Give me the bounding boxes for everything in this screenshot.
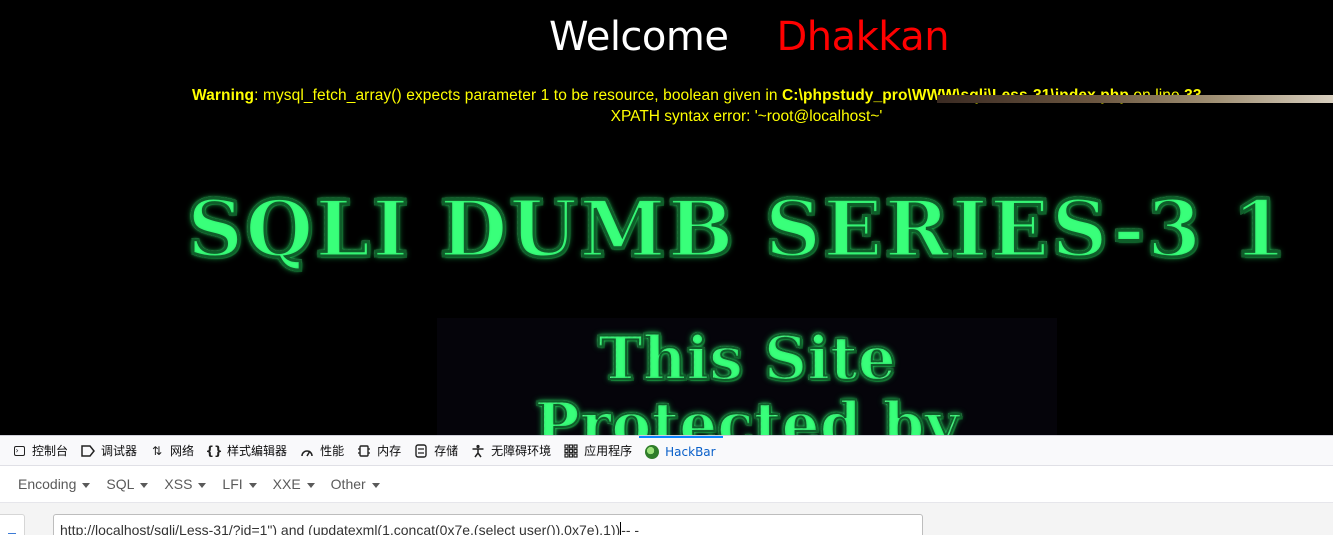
warning-label: Warning bbox=[192, 87, 255, 104]
lfi-menu[interactable]: LFI bbox=[222, 476, 257, 492]
tab-performance[interactable]: 性能 bbox=[294, 436, 351, 465]
encoding-menu[interactable]: Encoding bbox=[18, 476, 91, 492]
tab-label: 存储 bbox=[434, 444, 459, 458]
menu-label: SQL bbox=[106, 476, 135, 492]
caret-down-icon bbox=[198, 482, 207, 488]
browser-viewport: Welcome Dhakkan Warning: mysql_fetch_arra… bbox=[0, 0, 1333, 535]
tab-style-editor[interactable]: {} 样式编辑器 bbox=[201, 436, 294, 465]
menu-label: XSS bbox=[164, 476, 193, 492]
other-menu[interactable]: Other bbox=[331, 476, 380, 492]
url-input[interactable]: http://localhost/sqli/Less-31/?id=1") an… bbox=[53, 514, 923, 535]
tab-label: 无障碍环境 bbox=[491, 444, 552, 458]
url-suffix: -- - bbox=[621, 522, 640, 535]
tab-label: 样式编辑器 bbox=[227, 444, 288, 458]
tab-label: 网络 bbox=[170, 444, 195, 458]
xxe-menu[interactable]: XXE bbox=[273, 476, 315, 492]
devtools-tab-bar: › 控制台 调试器 ⇅ 网络 {} 样式编辑器 性能 内存 存储 无障碍环境 应… bbox=[0, 436, 1333, 466]
series-banner: SQLI DUMB SERIES-3 1 bbox=[185, 180, 1310, 280]
tab-debugger[interactable]: 调试器 bbox=[75, 436, 144, 465]
devtools-panel: › 控制台 调试器 ⇅ 网络 {} 样式编辑器 性能 内存 存储 无障碍环境 应… bbox=[0, 435, 1333, 535]
network-icon: ⇅ bbox=[152, 443, 163, 458]
protect-line-1: This Site bbox=[437, 323, 1057, 395]
user-name: Dhakkan bbox=[776, 14, 950, 60]
tab-label: 内存 bbox=[377, 444, 402, 458]
tab-label: HackBar bbox=[665, 444, 716, 459]
menu-label: Encoding bbox=[18, 476, 77, 492]
accessibility-icon bbox=[470, 443, 486, 459]
load-url-button[interactable] bbox=[0, 514, 25, 535]
console-icon: › bbox=[11, 443, 27, 459]
tab-storage[interactable]: 存储 bbox=[408, 436, 465, 465]
hackbar-icon bbox=[644, 444, 660, 460]
tab-memory[interactable]: 内存 bbox=[351, 436, 408, 465]
menu-label: XXE bbox=[272, 476, 301, 492]
tab-label: 控制台 bbox=[32, 444, 69, 458]
storage-icon bbox=[413, 443, 429, 459]
menu-label: LFI bbox=[222, 476, 243, 492]
preview-thumbnail bbox=[937, 95, 1333, 103]
caret-down-icon bbox=[82, 482, 91, 488]
tab-label: 性能 bbox=[320, 444, 345, 458]
xpath-error: XPATH syntax error: '~root@localhost~' bbox=[610, 108, 883, 125]
tab-network[interactable]: ⇅ 网络 bbox=[144, 436, 201, 465]
menu-label: Other bbox=[330, 476, 366, 492]
caret-down-icon bbox=[140, 482, 149, 488]
tab-label: 调试器 bbox=[101, 444, 138, 458]
tab-hackbar[interactable]: HackBar bbox=[639, 436, 723, 465]
hackbar-toolbar: Encoding SQL XSS LFI XXE Other bbox=[0, 466, 1333, 503]
protected-banner: This Site Protected by bbox=[437, 318, 1057, 461]
debugger-icon bbox=[80, 443, 96, 459]
style-editor-icon: {} bbox=[205, 443, 223, 458]
banner-title: SQLI DUMB SERIES-3 1 bbox=[186, 183, 1289, 277]
sql-menu[interactable]: SQL bbox=[106, 476, 149, 492]
memory-icon bbox=[356, 443, 372, 459]
tab-accessibility[interactable]: 无障碍环境 bbox=[465, 436, 558, 465]
hackbar-body: http://localhost/sqli/Less-31/?id=1") an… bbox=[0, 503, 1333, 535]
caret-down-icon bbox=[248, 482, 257, 488]
welcome-heading: Welcome Dhakkan bbox=[549, 14, 950, 60]
performance-icon bbox=[299, 443, 315, 459]
tab-console[interactable]: › 控制台 bbox=[6, 436, 75, 465]
caret-down-icon bbox=[371, 482, 380, 488]
warning-text: : mysql_fetch_array() expects parameter … bbox=[254, 87, 783, 104]
tab-application[interactable]: 应用程序 bbox=[558, 436, 639, 465]
application-icon bbox=[563, 443, 579, 459]
url-value: http://localhost/sqli/Less-31/?id=1") an… bbox=[60, 522, 621, 535]
welcome-label: Welcome bbox=[549, 14, 729, 60]
xss-menu[interactable]: XSS bbox=[164, 476, 207, 492]
caret-down-icon bbox=[306, 482, 315, 488]
tab-label: 应用程序 bbox=[584, 444, 633, 458]
